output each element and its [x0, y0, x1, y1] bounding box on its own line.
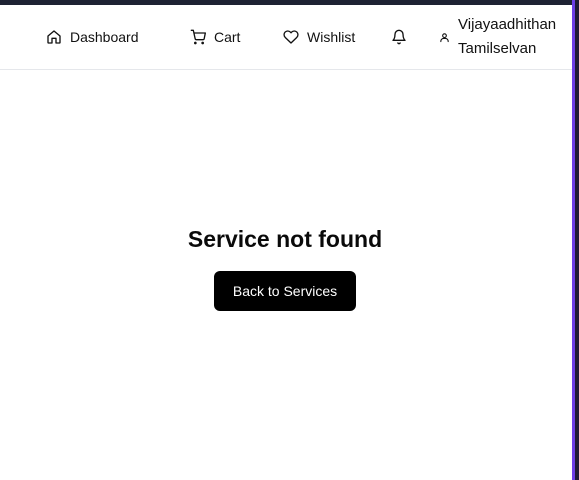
nav-dashboard-label: Dashboard: [70, 29, 139, 45]
main-content: Service not found Back to Services: [0, 70, 572, 480]
user-menu[interactable]: Vijayaadhithan Tamilselvan: [439, 5, 576, 69]
page-title: Service not found: [187, 226, 383, 252]
bell-icon: [391, 29, 407, 45]
user-name: Vijayaadhithan Tamilselvan: [458, 16, 557, 57]
cart-icon: [190, 29, 206, 45]
window-edge-accent: [572, 0, 575, 480]
nav-cart-link[interactable]: Cart: [190, 5, 240, 69]
notifications-button[interactable]: [391, 5, 407, 69]
heart-icon: [283, 29, 299, 45]
window-edge: [572, 0, 579, 480]
back-to-services-button[interactable]: Back to Services: [214, 271, 356, 311]
nav-cart-label: Cart: [214, 29, 241, 45]
nav-wishlist-link[interactable]: Wishlist: [283, 5, 355, 69]
nav-wishlist-label: Wishlist: [307, 29, 356, 45]
top-navbar: Dashboard Cart Wishlist Vijayaadhithan T…: [0, 5, 572, 70]
nav-dashboard-link[interactable]: Dashboard: [46, 5, 139, 69]
home-icon: [46, 29, 62, 45]
user-icon: [439, 32, 450, 43]
